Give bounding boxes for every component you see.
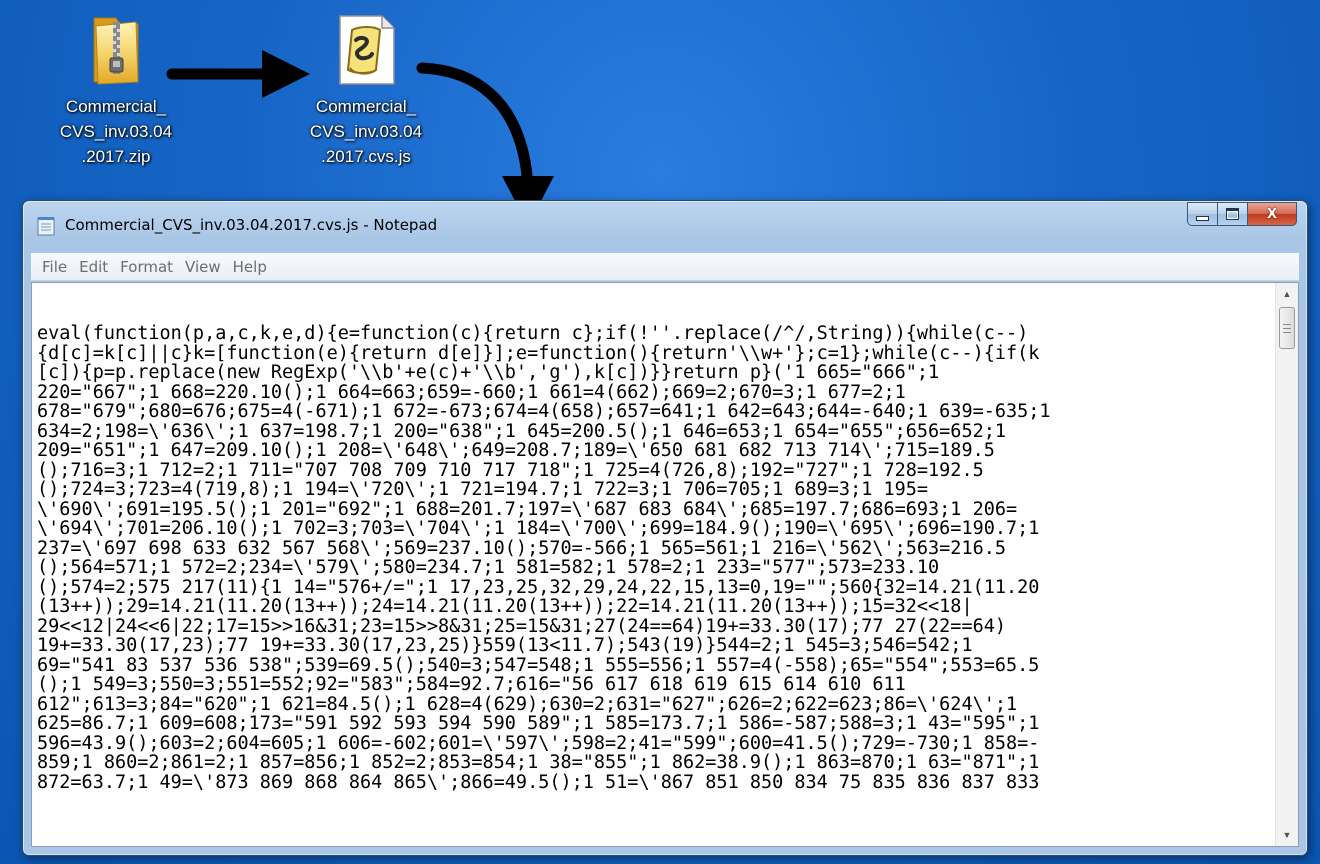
maximize-icon (1226, 208, 1239, 220)
editor-line: 678="679";680=676;675=4(-671);1 672=-673… (37, 401, 1051, 422)
editor-line: 220="667";1 668=220.10();1 664=663;659=-… (37, 381, 906, 403)
editor-line: \'694\';701=206.10();1 702=3;703=\'704\'… (37, 518, 1040, 539)
editor-line: 209="651";1 647=209.10();1 208=\'648\';6… (37, 440, 995, 461)
maximize-button[interactable] (1217, 202, 1247, 226)
editor-line: 19+=33.30(17,23);77 19+=33.30(17,23,25)}… (37, 635, 973, 656)
editor-line: [c]){p=p.replace(new RegExp('\\b'+e(c)+'… (37, 362, 940, 383)
editor-line: ();574=2;575 217(11){1 14="576+/=";1 17,… (37, 576, 1040, 598)
zipped-folder-icon (93, 17, 139, 85)
vertical-scrollbar[interactable]: ▲ ▼ (1275, 283, 1298, 846)
scroll-up-arrow-icon[interactable]: ▲ (1276, 283, 1298, 305)
editor-line: \'690\';691=195.5();1 201="692";1 688=20… (37, 498, 1018, 520)
minimize-button[interactable] (1187, 202, 1217, 226)
scroll-thumb[interactable] (1279, 307, 1295, 349)
desktop-icon-zip-file[interactable]: Commercial_ CVS_inv.03.04 .2017.zip (46, 12, 186, 169)
script-file-icon (339, 15, 395, 85)
editor-line: ();564=571;1 572=2;234=\'579\';580=234.7… (37, 557, 940, 578)
menu-edit[interactable]: Edit (74, 258, 113, 276)
notepad-app-icon (37, 217, 55, 236)
menu-view[interactable]: View (180, 258, 226, 276)
desktop-icon-js-file[interactable]: Commercial_ CVS_inv.03.04 .2017.cvs.js (296, 12, 436, 169)
close-button[interactable]: X (1247, 202, 1297, 226)
editor-line: 69="541 83 537 536 538";539=69.5();540=3… (37, 654, 1040, 676)
menu-format[interactable]: Format (115, 258, 178, 276)
editor-line: 29<<12|24<<6|22;17=15>>16&31;23=15>>8&31… (37, 615, 1007, 637)
editor-lines: eval(function(p,a,c,k,e,d){e=function(c)… (37, 324, 1051, 792)
grip-icon (1283, 323, 1291, 333)
text-editor[interactable]: eval(function(p,a,c,k,e,d){e=function(c)… (31, 282, 1299, 847)
menu-bar: File Edit Format View Help (31, 253, 1299, 281)
editor-line: 596=43.9();603=2;604=605;1 606=-602;601=… (37, 732, 1040, 754)
editor-content: eval(function(p,a,c,k,e,d){e=function(c)… (37, 285, 1051, 831)
editor-line: 872=63.7;1 49=\'873 869 868 864 865\';86… (37, 771, 1040, 793)
editor-line: 237=\'697 698 633 632 567 568\';569=237.… (37, 537, 1007, 559)
notepad-window: Commercial_CVS_inv.03.04.2017.cvs.js - N… (22, 200, 1308, 856)
window-title: Commercial_CVS_inv.03.04.2017.cvs.js - N… (65, 216, 438, 234)
menu-file[interactable]: File (37, 258, 72, 276)
editor-line: ();1 549=3;550=3;551=552;92="583";584=92… (37, 674, 906, 695)
editor-line: 612";613=3;84="620";1 621=84.5();1 628=4… (37, 693, 1018, 715)
window-controls: X (1187, 202, 1297, 226)
editor-line: {d[c]=k[c]||c}k=[function(e){return d[e]… (37, 342, 1040, 364)
editor-line: (13++));29=14.21(11.20(13++));24=14.21(1… (37, 596, 973, 617)
title-bar[interactable]: Commercial_CVS_inv.03.04.2017.cvs.js - N… (23, 201, 1307, 245)
editor-line: 634=2;198=\'636\';1 637=198.7;1 200="638… (37, 420, 1007, 442)
editor-line: 625=86.7;1 609=608;173="591 592 593 594 … (37, 713, 1040, 734)
minimize-icon (1196, 215, 1209, 221)
editor-line: ();724=3;723=4(719,8);1 194=\'720\';1 72… (37, 479, 929, 500)
editor-line: ();716=3;1 712=2;1 711="707 708 709 710 … (37, 459, 984, 481)
menu-help[interactable]: Help (228, 258, 272, 276)
desktop-icon-label: Commercial_ CVS_inv.03.04 .2017.cvs.js (309, 97, 423, 166)
editor-line: eval(function(p,a,c,k,e,d){e=function(c)… (37, 323, 1029, 344)
scroll-down-arrow-icon[interactable]: ▼ (1276, 824, 1298, 846)
desktop-icon-label: Commercial_ CVS_inv.03.04 .2017.zip (59, 97, 173, 166)
close-icon: X (1266, 206, 1278, 222)
editor-line: 859;1 860=2;861=2;1 857=856;1 852=2;853=… (37, 752, 1040, 773)
